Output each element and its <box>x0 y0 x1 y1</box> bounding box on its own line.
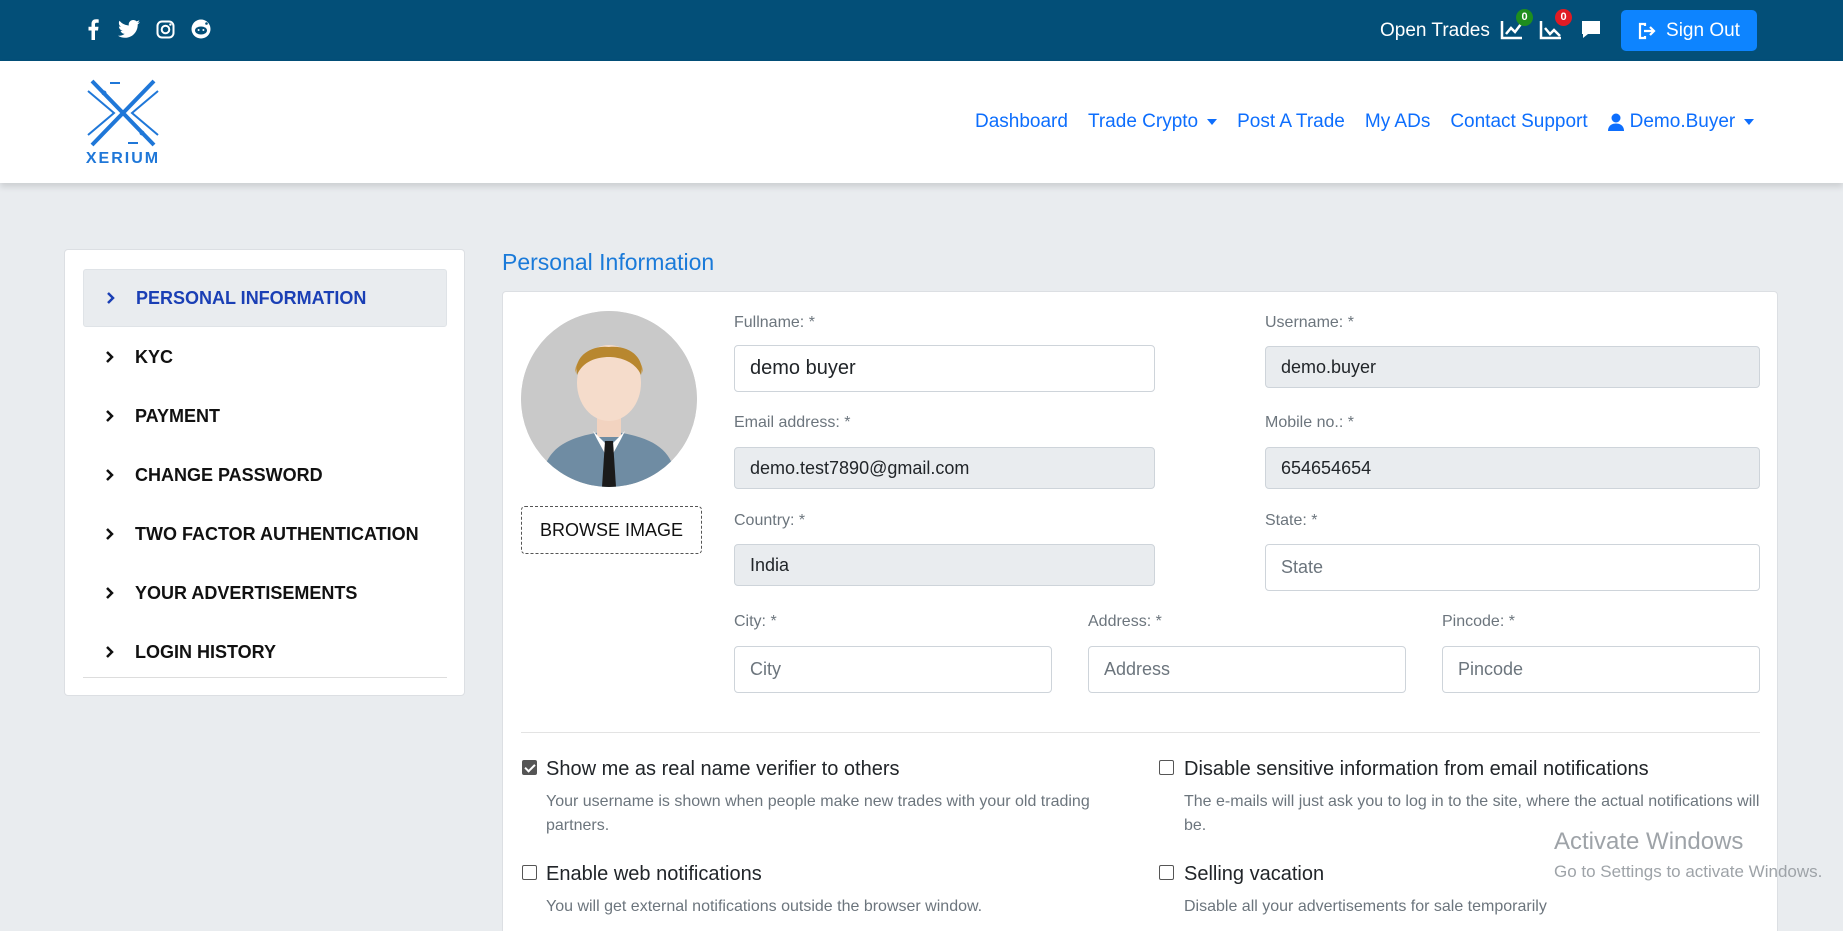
real-name-verifier-label[interactable]: Show me as real name verifier to others <box>546 758 900 781</box>
chat-icon[interactable] <box>1580 19 1604 41</box>
web-notifications-checkbox[interactable] <box>522 865 537 880</box>
activate-windows-subtitle: Go to Settings to activate Windows. <box>1554 862 1823 881</box>
sidebar-item-change-password[interactable]: CHANGE PASSWORD <box>83 446 447 504</box>
sidebar-item-login-history[interactable]: LOGIN HISTORY <box>83 623 447 681</box>
email-label: Email address: * <box>734 414 851 431</box>
country-label: Country: * <box>734 512 806 529</box>
buy-trades-chart-icon[interactable]: 0 <box>1500 9 1533 41</box>
nav-my-ads[interactable]: My ADs <box>1365 111 1430 133</box>
sidebar-item-payment[interactable]: PAYMENT <box>83 387 447 445</box>
fullname-label: Fullname: * <box>734 314 815 331</box>
facebook-icon[interactable] <box>82 18 104 40</box>
reddit-icon[interactable] <box>190 18 212 40</box>
nav-contact-support[interactable]: Contact Support <box>1450 111 1587 133</box>
chevron-right-icon <box>106 528 114 540</box>
username-field: demo.buyer <box>1265 346 1760 388</box>
sidebar-divider <box>83 677 447 678</box>
social-links <box>82 18 212 40</box>
selling-vacation-checkbox[interactable] <box>1159 865 1174 880</box>
disable-sensitive-info-label[interactable]: Disable sensitive information from email… <box>1184 758 1649 781</box>
user-icon <box>1607 113 1624 131</box>
nav-trade-crypto[interactable]: Trade Crypto <box>1088 111 1218 133</box>
chevron-right-icon <box>106 646 114 658</box>
email-field: demo.test7890@gmail.com <box>734 447 1155 489</box>
sidebar-item-two-factor-authentication[interactable]: TWO FACTOR AUTHENTICATION <box>83 505 447 563</box>
profile-sidebar: PERSONAL INFORMATION KYC PAYMENT CHANGE … <box>64 249 465 696</box>
page-title: Personal Information <box>502 249 715 275</box>
mobile-label: Mobile no.: * <box>1265 414 1354 431</box>
real-name-verifier-desc: Your username is shown when people make … <box>546 793 1090 834</box>
mobile-field: 654654654 <box>1265 447 1760 489</box>
fullname-input[interactable]: demo buyer <box>734 345 1155 392</box>
disable-sensitive-info-checkbox[interactable] <box>1159 760 1174 775</box>
section-divider <box>521 732 1760 733</box>
sell-trades-badge: 0 <box>1555 9 1572 26</box>
address-input[interactable]: Address <box>1088 646 1406 693</box>
browse-image-button[interactable]: BROWSE IMAGE <box>521 506 702 554</box>
sidebar-item-your-advertisements[interactable]: YOUR ADVERTISEMENTS <box>83 564 447 622</box>
avatar <box>521 311 697 487</box>
city-input[interactable]: City <box>734 646 1052 693</box>
main-header: XERIUM Dashboard Trade Crypto Post A Tra… <box>0 61 1843 183</box>
state-input[interactable]: State <box>1265 544 1760 591</box>
nav-post-trade[interactable]: Post A Trade <box>1237 111 1345 133</box>
web-notifications-desc: You will get external notifications outs… <box>546 898 983 915</box>
chevron-right-icon <box>106 410 114 422</box>
pincode-input[interactable]: Pincode <box>1442 646 1760 693</box>
nav-dashboard[interactable]: Dashboard <box>975 111 1068 133</box>
sign-out-button[interactable]: Sign Out <box>1621 10 1757 51</box>
buy-trades-badge: 0 <box>1516 9 1533 26</box>
address-label: Address: * <box>1088 613 1162 630</box>
logo-text: XERIUM <box>85 150 161 167</box>
activate-windows-title: Activate Windows <box>1554 828 1744 855</box>
selling-vacation-desc: Disable all your advertisements for sale… <box>1184 898 1547 915</box>
chevron-right-icon <box>106 469 114 481</box>
sign-out-icon <box>1638 22 1656 39</box>
web-notifications-label[interactable]: Enable web notifications <box>546 863 762 886</box>
sidebar-item-kyc[interactable]: KYC <box>83 328 447 386</box>
state-label: State: * <box>1265 512 1318 529</box>
main-nav: Dashboard Trade Crypto Post A Trade My A… <box>975 111 1755 133</box>
sidebar-item-personal-information[interactable]: PERSONAL INFORMATION <box>83 269 447 327</box>
instagram-icon[interactable] <box>154 18 176 40</box>
sell-trades-chart-icon[interactable]: 0 <box>1539 9 1572 41</box>
username-label: Username: * <box>1265 314 1354 331</box>
chevron-down-icon <box>1207 119 1218 125</box>
open-trades-label[interactable]: Open Trades <box>1380 20 1490 42</box>
chevron-right-icon <box>107 292 115 304</box>
country-select[interactable]: India <box>734 544 1155 586</box>
chevron-right-icon <box>106 351 114 363</box>
chevron-down-icon <box>1744 119 1755 125</box>
top-bar: Open Trades 0 0 Sign Out <box>0 0 1843 61</box>
real-name-verifier-checkbox[interactable] <box>522 760 537 775</box>
sign-out-label: Sign Out <box>1666 19 1740 41</box>
selling-vacation-label[interactable]: Selling vacation <box>1184 863 1324 886</box>
pincode-label: Pincode: * <box>1442 613 1515 630</box>
twitter-icon[interactable] <box>118 18 140 40</box>
city-label: City: * <box>734 613 777 630</box>
nav-user-menu[interactable]: Demo.Buyer <box>1607 111 1755 133</box>
chevron-right-icon <box>106 587 114 599</box>
